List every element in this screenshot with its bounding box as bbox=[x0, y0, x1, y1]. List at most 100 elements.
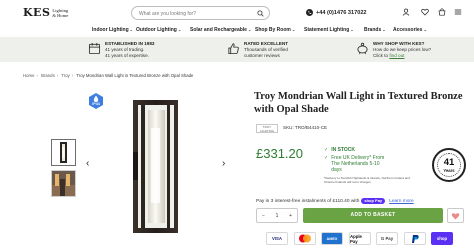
quantity-value[interactable]: 1 bbox=[276, 213, 279, 219]
ip-rating-badge bbox=[89, 93, 103, 109]
chevron-down-icon: ⌄ bbox=[177, 27, 182, 32]
shop-pay-payment-icon: shop bbox=[431, 232, 453, 245]
nav-item-label: Shop By Room bbox=[255, 27, 291, 33]
main-navigation: Indoor Lighting⌄ Outdoor Lighting⌄ Solar… bbox=[0, 24, 474, 38]
brand-logo-text: TROY LIGHTING bbox=[259, 125, 275, 133]
phone-icon bbox=[306, 9, 313, 16]
visa-payment-icon: VISA bbox=[266, 232, 288, 245]
usp-line-prefix: Click to bbox=[373, 53, 390, 58]
paypal-logo bbox=[412, 234, 419, 243]
quantity-stepper[interactable]: − 1 + bbox=[256, 208, 298, 223]
badge-years-label: Years bbox=[443, 168, 455, 173]
find-out-link[interactable]: find out bbox=[389, 53, 404, 58]
usp-line: customer reviews bbox=[244, 53, 280, 58]
usp-bar: ESTABLISHED IN 1983 41 years of trading.… bbox=[0, 37, 474, 62]
breadcrumb-brands[interactable]: Brands bbox=[41, 73, 55, 78]
brand-logo[interactable]: TROY LIGHTING bbox=[256, 124, 278, 133]
nav-item-brands[interactable]: Brands⌄ bbox=[364, 27, 386, 33]
delivery-line: days bbox=[331, 167, 342, 173]
amex-payment-icon: AMEX bbox=[321, 232, 343, 245]
usp-established: ESTABLISHED IN 1983 41 years of trading.… bbox=[88, 41, 154, 59]
logo-sub-line-2: & Home bbox=[52, 12, 69, 18]
nav-item-outdoor-lighting[interactable]: Outdoor Lighting⌄ bbox=[136, 27, 181, 33]
breadcrumb-separator: › bbox=[71, 73, 74, 78]
checkmark-icon: ✓ bbox=[324, 147, 329, 153]
calendar-icon bbox=[88, 42, 101, 55]
nav-item-indoor-lighting[interactable]: Indoor Lighting⌄ bbox=[92, 27, 133, 33]
logo-sub-line-1: Lighting bbox=[52, 7, 69, 13]
piggy-bank-icon bbox=[357, 42, 368, 55]
thumbnail-image-lifestyle bbox=[52, 171, 75, 196]
nav-item-label: Accessories bbox=[393, 27, 423, 33]
kes-logo[interactable]: KES Lighting & Home bbox=[23, 6, 68, 19]
thumbnail-image-light bbox=[60, 142, 67, 163]
menu-icon[interactable] bbox=[454, 8, 462, 16]
breadcrumb-current: Troy Mondrian Wall Light in Textured Bro… bbox=[76, 73, 194, 78]
breadcrumb-troy[interactable]: Troy bbox=[61, 73, 69, 78]
breadcrumb-separator: › bbox=[36, 73, 38, 78]
thumbnail-2[interactable] bbox=[51, 170, 76, 197]
basket-icon[interactable] bbox=[438, 8, 446, 16]
nav-item-label: Solar and Rechargeable bbox=[190, 27, 247, 33]
product-main-image bbox=[133, 100, 178, 233]
nav-item-statement-lighting[interactable]: Statement Lighting⌄ bbox=[304, 27, 354, 33]
nav-item-shop-by-room[interactable]: Shop By Room⌄ bbox=[255, 27, 295, 33]
years-trading-badge: 41 Years bbox=[432, 148, 466, 182]
quantity-decrease-button[interactable]: − bbox=[262, 213, 265, 219]
add-to-wishlist-button[interactable] bbox=[447, 208, 464, 223]
usp-line: 41 years of expertise. bbox=[105, 53, 149, 58]
logo-wordmark: KES bbox=[23, 6, 51, 19]
breadcrumb-separator: › bbox=[56, 73, 59, 78]
product-price: £331.20 bbox=[256, 146, 303, 161]
thumbnail-1[interactable] bbox=[51, 139, 76, 166]
chevron-down-icon: ⌄ bbox=[423, 27, 427, 32]
stock-status: ✓ IN STOCK bbox=[324, 147, 355, 153]
add-to-basket-button[interactable]: ADD TO BASKET bbox=[303, 208, 443, 223]
usp-why-shop: WHY SHOP WITH KES? How do we keep prices… bbox=[356, 41, 431, 59]
chevron-down-icon: ⌄ bbox=[247, 27, 252, 32]
instalments-text: Pay in 3 interest-free instalments of £1… bbox=[256, 198, 360, 204]
nav-item-label: Statement Lighting bbox=[304, 27, 350, 33]
nav-item-solar-rechargeable[interactable]: Solar and Rechargeable⌄ bbox=[190, 27, 251, 33]
account-icon[interactable] bbox=[402, 8, 410, 16]
search-box[interactable] bbox=[131, 6, 270, 20]
checkmark-icon: ✓ bbox=[324, 155, 329, 161]
badge-years-number: 41 bbox=[443, 157, 455, 168]
breadcrumb: Home › Brands › Troy › Troy Mondrian Wall L… bbox=[23, 73, 193, 78]
search-input[interactable] bbox=[139, 9, 249, 18]
breadcrumb-home[interactable]: Home bbox=[23, 73, 34, 78]
nav-item-label: Brands bbox=[364, 27, 382, 33]
nav-item-accessories[interactable]: Accessories⌄ bbox=[393, 27, 427, 33]
usp-rated-text: RATED EXCELLENT Thousands of verified cu… bbox=[244, 41, 288, 59]
next-image-arrow[interactable]: › bbox=[222, 158, 225, 169]
wishlist-heart-icon[interactable] bbox=[421, 8, 429, 16]
previous-image-arrow[interactable]: ‹ bbox=[86, 158, 89, 169]
apple-pay-payment-icon: Apple Pay bbox=[349, 232, 371, 245]
product-sku: SKU: TRO/B4410-CE bbox=[283, 125, 328, 130]
mastercard-logo bbox=[299, 234, 311, 243]
search-icon[interactable] bbox=[257, 10, 264, 17]
quantity-increase-button[interactable]: + bbox=[289, 213, 292, 219]
chevron-down-icon: ⌄ bbox=[350, 27, 354, 32]
instalments-info: Pay in 3 interest-free instalments of £1… bbox=[256, 198, 414, 204]
delivery-note: *Delivery to Scottish Highlands & Island… bbox=[324, 176, 410, 184]
logo-subtitle: Lighting & Home bbox=[52, 8, 68, 18]
heart-icon bbox=[451, 213, 460, 220]
paypal-payment-icon bbox=[404, 232, 426, 245]
chevron-down-icon: ⌄ bbox=[129, 27, 134, 32]
phone-number[interactable]: +44 (0)1476 317022 bbox=[306, 9, 367, 16]
usp-line: Click to find out bbox=[373, 53, 431, 59]
nav-item-label: Outdoor Lighting bbox=[136, 27, 177, 33]
phone-number-text: +44 (0)1476 317022 bbox=[316, 9, 367, 16]
ip-rating-text: IP44 bbox=[92, 102, 100, 106]
google-pay-payment-icon: G Pay bbox=[376, 232, 398, 245]
chevron-down-icon: ⌄ bbox=[291, 27, 296, 32]
shop-pay-logo: shop Pay bbox=[361, 198, 386, 204]
usp-established-text: ESTABLISHED IN 1983 41 years of trading.… bbox=[105, 41, 154, 59]
product-title: Troy Mondrian Wall Light in Textured Bro… bbox=[254, 91, 463, 115]
delivery-info: ✓ Free UK Delivery* From The Netherlands… bbox=[324, 155, 384, 173]
stock-status-text: IN STOCK bbox=[331, 147, 356, 153]
mastercard-payment-icon bbox=[294, 232, 316, 245]
learn-more-link[interactable]: Learn more bbox=[389, 199, 414, 204]
usp-rated: RATED EXCELLENT Thousands of verified cu… bbox=[227, 41, 288, 59]
